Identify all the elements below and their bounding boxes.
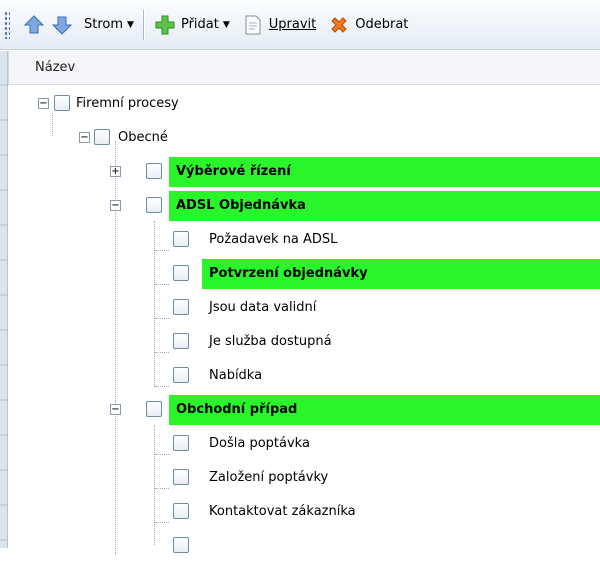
tree-row-adsl-child[interactable]: Jsou data validní bbox=[8, 291, 600, 325]
tree-menu-button[interactable]: Strom ▼ bbox=[76, 10, 137, 40]
add-button[interactable]: Přidat ▼ bbox=[151, 10, 233, 40]
tree-item-label: Potvrzení objednávky bbox=[209, 266, 368, 281]
checkbox[interactable] bbox=[173, 537, 189, 553]
tree-item-label: Nabídka bbox=[209, 368, 263, 383]
tree-row-business-child[interactable]: Kontaktovat zákazníka bbox=[8, 495, 600, 529]
checkbox[interactable] bbox=[173, 503, 189, 519]
checkbox[interactable] bbox=[173, 231, 189, 247]
tree-row-business-child[interactable]: Založení poptávky bbox=[8, 461, 600, 495]
tree-menu-label: Strom bbox=[84, 17, 124, 32]
arrow-up-icon bbox=[23, 14, 45, 33]
tree-row-business[interactable]: − Obchodní případ bbox=[8, 393, 600, 427]
move-up-button[interactable] bbox=[20, 10, 48, 40]
add-label: Přidat bbox=[180, 17, 219, 32]
collapse-icon[interactable]: − bbox=[110, 200, 121, 211]
tree-item-label: Obecné bbox=[118, 130, 168, 145]
tree-item-label: Založení poptávky bbox=[209, 470, 329, 485]
row-gutter bbox=[0, 51, 8, 548]
tree-item-label: Došla poptávka bbox=[209, 436, 310, 451]
tree-row-adsl-child[interactable]: Je služba dostupná bbox=[8, 325, 600, 359]
toolbar-separator bbox=[142, 9, 144, 40]
checkbox[interactable] bbox=[173, 265, 189, 281]
tree-row-root[interactable]: − Firemní procesy bbox=[8, 87, 600, 121]
checkbox[interactable] bbox=[146, 197, 162, 213]
tree-row-adsl-child[interactable]: Potvrzení objednávky bbox=[8, 257, 600, 291]
tree-row-adsl[interactable]: − ADSL Objednávka bbox=[8, 189, 600, 223]
checkbox[interactable] bbox=[94, 129, 110, 145]
checkbox[interactable] bbox=[173, 469, 189, 485]
tree-item-label: Firemní procesy bbox=[76, 96, 179, 111]
chevron-down-icon: ▼ bbox=[127, 19, 134, 30]
checkbox[interactable] bbox=[173, 299, 189, 315]
tree-item-label: Kontaktovat zákazníka bbox=[209, 504, 356, 519]
toolbar-grip[interactable] bbox=[4, 10, 10, 39]
checkbox[interactable] bbox=[146, 163, 162, 179]
checkbox[interactable] bbox=[54, 95, 70, 111]
expand-icon[interactable]: + bbox=[110, 166, 121, 177]
remove-x-icon bbox=[331, 16, 347, 33]
tree-item-label: Požadavek na ADSL bbox=[209, 232, 338, 247]
remove-label: Odebrat bbox=[355, 17, 409, 32]
arrow-down-icon bbox=[51, 16, 73, 35]
tree-item-label: ADSL Objednávka bbox=[176, 198, 306, 213]
tree-row-adsl-child[interactable]: Nabídka bbox=[8, 359, 600, 393]
tree-row-business-child[interactable] bbox=[8, 529, 600, 563]
toolbar: Strom ▼ Přidat ▼ Upravit Odebrat bbox=[0, 0, 600, 50]
tree-item-label: Obchodní případ bbox=[176, 402, 298, 417]
collapse-icon[interactable]: − bbox=[79, 132, 90, 143]
remove-button[interactable]: Odebrat bbox=[325, 10, 411, 40]
edit-button[interactable]: Upravit bbox=[239, 10, 319, 40]
tree-row-general[interactable]: − Obecné bbox=[8, 121, 600, 155]
document-icon bbox=[245, 15, 261, 34]
checkbox[interactable] bbox=[173, 367, 189, 383]
collapse-icon[interactable]: − bbox=[110, 404, 121, 415]
tree-item-label: Výběrové řízení bbox=[176, 164, 291, 179]
checkbox[interactable] bbox=[173, 333, 189, 349]
tree-item-label: Jsou data validní bbox=[209, 300, 317, 315]
tree-row-adsl-child[interactable]: Požadavek na ADSL bbox=[8, 223, 600, 257]
tree-row-business-child[interactable]: Došla poptávka bbox=[8, 427, 600, 461]
column-header-name[interactable]: Název bbox=[8, 51, 600, 85]
collapse-icon[interactable]: − bbox=[38, 98, 49, 109]
tree-row-selection[interactable]: + Výběrové řízení bbox=[8, 155, 600, 189]
edit-label: Upravit bbox=[268, 17, 317, 32]
checkbox[interactable] bbox=[146, 401, 162, 417]
plus-icon bbox=[155, 15, 175, 34]
move-down-button[interactable] bbox=[48, 10, 76, 40]
chevron-down-icon: ▼ bbox=[222, 19, 230, 30]
checkbox[interactable] bbox=[173, 435, 189, 451]
tree-item-label: Je služba dostupná bbox=[209, 334, 332, 349]
